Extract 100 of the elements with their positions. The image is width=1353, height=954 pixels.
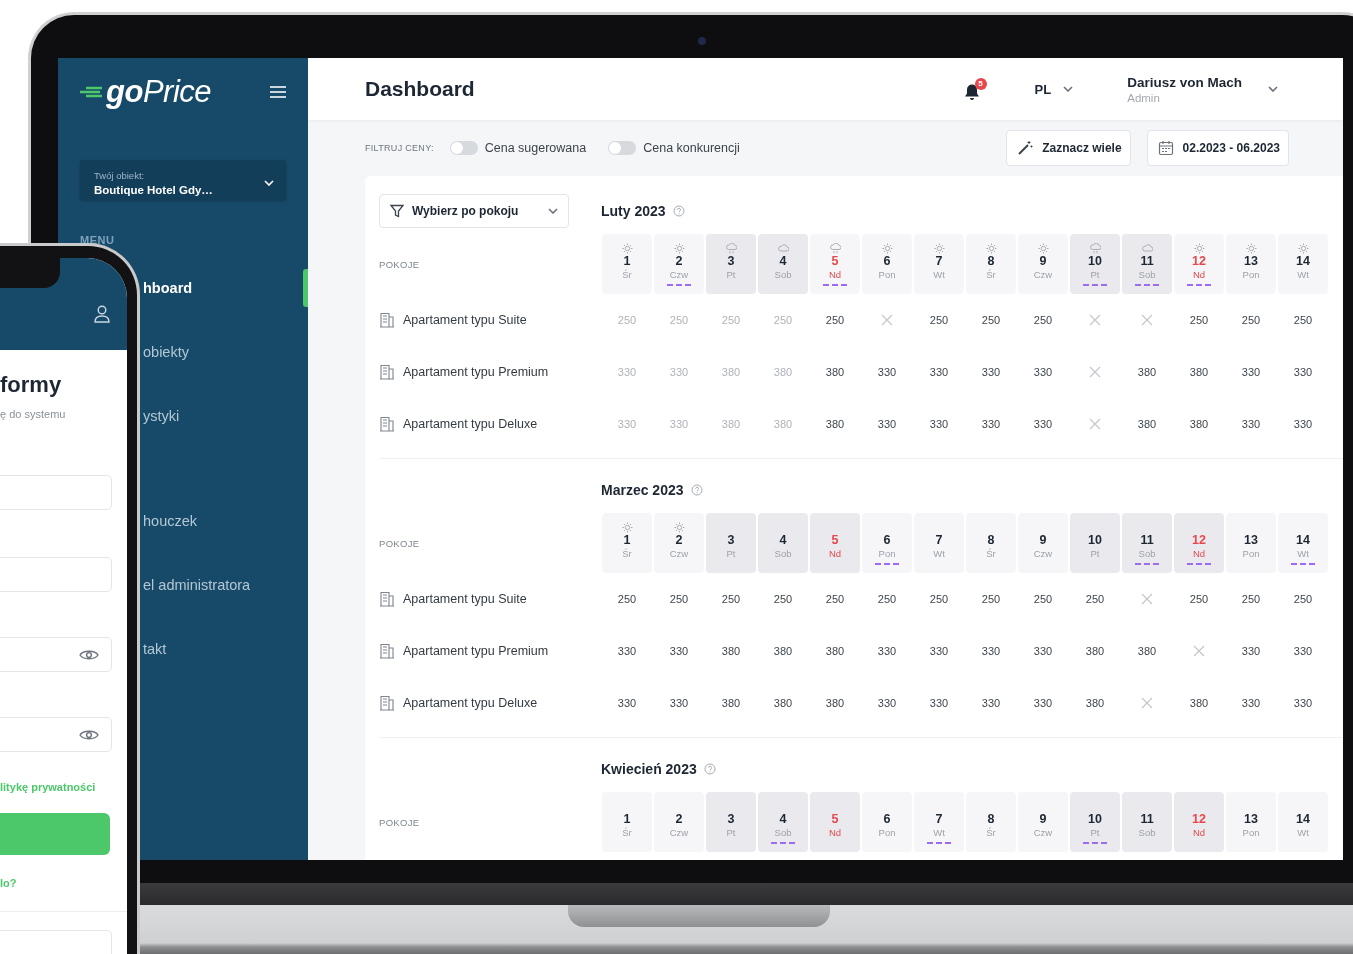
day-header[interactable]: 11 Sob [1122,792,1172,852]
day-header[interactable]: 2 Czw [654,513,704,573]
day-header[interactable]: 1 Śr [602,792,652,852]
price-cell[interactable]: 250 [1070,573,1120,625]
day-header[interactable]: 9 Czw [1018,513,1068,573]
notifications-button[interactable]: 5 [963,77,987,101]
price-cell[interactable]: 330 [1018,346,1068,398]
sidebar-item[interactable]: ystyki [143,408,180,424]
price-cell[interactable]: 250 [810,573,860,625]
price-cell[interactable]: 250 [1174,294,1224,346]
price-cell[interactable]: 250 [1018,573,1068,625]
input-field[interactable] [0,475,112,510]
sidebar-item[interactable]: el administratora [143,577,251,593]
price-cell[interactable]: 380 [706,625,756,677]
price-cell[interactable]: 330 [966,625,1016,677]
day-header[interactable]: 10 Pt [1070,234,1120,294]
day-header[interactable]: 3 Pt [706,792,756,852]
price-cell[interactable]: 380 [1174,346,1224,398]
price-cell[interactable]: 330 [1226,398,1276,450]
select-many-button[interactable]: Zaznacz wiele [1006,130,1131,166]
price-cell[interactable]: 250 [1226,294,1276,346]
price-cell[interactable]: 330 [914,625,964,677]
day-header[interactable]: 1 Śr [602,513,652,573]
price-cell[interactable]: 330 [1226,346,1276,398]
price-cell[interactable]: 250 [654,573,704,625]
room-filter-dropdown[interactable]: Wybierz po pokoju [379,194,569,228]
day-header[interactable]: 13 Pon [1226,234,1276,294]
price-cell[interactable]: 330 [914,677,964,729]
price-cell[interactable]: 250 [862,573,912,625]
day-header[interactable]: 14 Wt [1278,234,1328,294]
day-header[interactable]: 11 Sob [1122,513,1172,573]
price-cell[interactable]: 380 [1122,398,1172,450]
day-header[interactable]: 2 Czw [654,234,704,294]
price-cell[interactable]: 330 [1018,398,1068,450]
day-header[interactable]: 7 Wt [914,792,964,852]
price-cell[interactable]: 330 [1278,677,1328,729]
price-cell[interactable]: 380 [1122,346,1172,398]
price-cell[interactable]: 250 [914,573,964,625]
price-cell[interactable]: 330 [862,346,912,398]
language-selector[interactable]: PL [1034,81,1074,97]
day-header[interactable]: 14 Wt [1278,792,1328,852]
price-cell[interactable]: 330 [1226,625,1276,677]
price-cell[interactable]: 380 [1174,677,1224,729]
day-header[interactable]: 13 Pon [1226,513,1276,573]
price-cell[interactable]: 250 [810,294,860,346]
price-cell[interactable]: 380 [810,398,860,450]
price-cell[interactable]: 380 [706,677,756,729]
toggle-switch[interactable] [608,141,637,155]
day-header[interactable]: 3 Pt [706,513,756,573]
day-header[interactable]: 4 Sob [758,234,808,294]
price-cell[interactable]: 330 [862,625,912,677]
day-header[interactable]: 1 Śr [602,234,652,294]
day-header[interactable]: 7 Wt [914,513,964,573]
day-header[interactable]: 8 Śr [966,792,1016,852]
price-cell[interactable]: 380 [1122,625,1172,677]
submit-button[interactable] [0,813,110,855]
price-cell[interactable]: 380 [758,625,808,677]
price-cell[interactable]: 250 [706,573,756,625]
price-cell[interactable]: 380 [758,677,808,729]
day-header[interactable]: 6 Pon [862,792,912,852]
sidebar-item[interactable]: takt [143,641,167,657]
price-cell[interactable]: 330 [1226,677,1276,729]
price-cell[interactable]: 250 [758,573,808,625]
price-cell[interactable]: 380 [1070,677,1120,729]
day-header[interactable]: 14 Wt [1278,513,1328,573]
price-cell[interactable]: 330 [602,625,652,677]
price-cell[interactable]: 380 [810,625,860,677]
day-header[interactable]: 4 Sob [758,513,808,573]
day-header[interactable]: 3 Pt [706,234,756,294]
sidebar-item[interactable]: hboard [143,280,193,296]
price-cell[interactable]: 250 [966,294,1016,346]
price-cell[interactable]: 330 [966,346,1016,398]
day-header[interactable]: 8 Śr [966,234,1016,294]
price-cell[interactable]: 380 [1174,398,1224,450]
price-cell[interactable]: 330 [966,398,1016,450]
day-header[interactable]: 10 Pt [1070,513,1120,573]
day-header[interactable]: 2 Czw [654,792,704,852]
price-cell[interactable]: 250 [1018,294,1068,346]
price-cell[interactable]: 330 [654,625,704,677]
user-icon[interactable] [94,305,110,323]
user-menu[interactable]: Dariusz von Mach Admin [1127,74,1278,104]
price-cell[interactable]: 330 [1018,677,1068,729]
day-header[interactable]: 11 Sob [1122,234,1172,294]
input-field[interactable] [0,557,112,592]
price-cell[interactable]: 250 [602,573,652,625]
date-range-button[interactable]: 02.2023 - 06.2023 [1146,130,1289,166]
price-cell[interactable]: 250 [966,573,1016,625]
price-cell[interactable]: 330 [862,398,912,450]
price-cell[interactable]: 330 [1278,625,1328,677]
day-header[interactable]: 9 Czw [1018,234,1068,294]
price-cell[interactable]: 330 [1278,346,1328,398]
sidebar-item[interactable]: houczek [143,513,197,529]
price-cell[interactable]: 330 [914,346,964,398]
price-cell[interactable]: 250 [1278,573,1328,625]
menu-icon[interactable] [270,86,286,98]
price-cell[interactable]: 330 [1018,625,1068,677]
price-cell[interactable]: 380 [810,346,860,398]
price-cell[interactable]: 380 [810,677,860,729]
price-cell[interactable]: 330 [966,677,1016,729]
price-cell[interactable]: 330 [654,677,704,729]
